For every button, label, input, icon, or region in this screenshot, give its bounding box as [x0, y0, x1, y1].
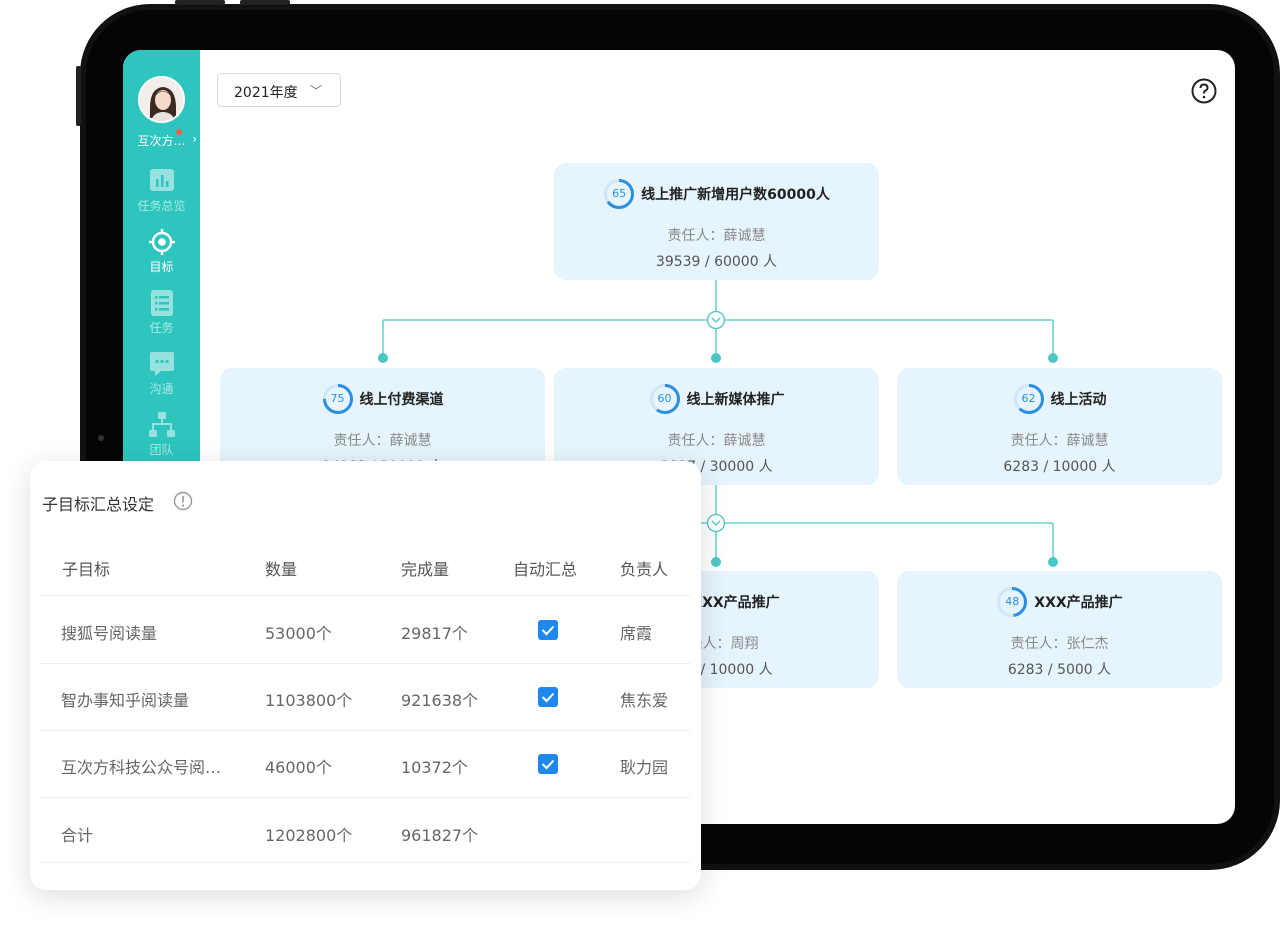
camera-dot	[98, 435, 104, 441]
progress-ring: 60	[649, 383, 681, 415]
auto-summary-checkbox[interactable]	[538, 687, 558, 707]
progress-ring: 62	[1013, 383, 1045, 415]
goal-title: 线上新媒体推广	[686, 392, 785, 408]
tablet-top-button	[240, 0, 290, 5]
progress-percent: 75	[330, 392, 345, 405]
column-header: 数量	[265, 560, 298, 579]
goal-card[interactable]: 48 XXX产品推广 责任人：张仁杰 6283 / 5000 人	[897, 571, 1222, 688]
progress-ring: 75	[322, 383, 354, 415]
table-row: 互次方科技公众号阅… 46000个 10372个 耿力园	[40, 730, 690, 797]
auto-summary-checkbox[interactable]	[538, 620, 558, 640]
subgoal-summary-panel: 子目标汇总设定 子目标 数量 完成量 自动汇总 负责人 搜狐号阅读量 53000…	[30, 461, 701, 890]
subgoal-name: 智办事知乎阅读量	[61, 691, 190, 710]
goal-owner: 责任人：薛诚慧	[667, 433, 766, 449]
goal-progress: 6283 / 5000 人	[1007, 662, 1112, 678]
progress-ring: 48	[996, 586, 1028, 618]
subgoal-owner: 焦东爱	[620, 691, 669, 710]
goal-owner: 责任人：薛诚慧	[333, 433, 432, 449]
total-completed: 961827个	[401, 826, 479, 845]
progress-percent: 60	[657, 392, 672, 405]
progress-percent: 65	[612, 187, 627, 200]
goal-title: XXX产品推广	[1034, 595, 1123, 611]
tablet-side-button	[76, 66, 81, 126]
goal-owner: 责任人：薛诚慧	[1010, 433, 1109, 449]
goal-title: XXX产品推广	[691, 595, 780, 611]
subgoal-name: 搜狐号阅读量	[61, 624, 158, 643]
column-header: 完成量	[401, 560, 450, 579]
goal-card[interactable]: 62 线上活动 责任人：薛诚慧 6283 / 10000 人	[897, 368, 1222, 485]
goal-card-root[interactable]: 65 线上推广新增用户数60000人 责任人：薛诚慧 39539 / 60000…	[554, 163, 879, 280]
progress-percent: 48	[1005, 595, 1020, 608]
table-total-row: 合计 1202800个 961827个	[40, 797, 690, 863]
auto-summary-checkbox[interactable]	[538, 754, 558, 774]
table-row: 搜狐号阅读量 53000个 29817个 席霞	[40, 595, 690, 663]
column-header: 自动汇总	[513, 560, 578, 579]
subgoal-completed: 29817个	[401, 624, 468, 643]
column-header: 子目标	[62, 560, 111, 579]
total-label: 合计	[61, 826, 94, 845]
subgoal-quantity: 1103800个	[265, 691, 353, 710]
goal-title: 线上活动	[1050, 392, 1107, 408]
goal-owner: 责任人：薛诚慧	[667, 228, 766, 244]
goal-progress: 39539 / 60000 人	[655, 254, 778, 270]
subgoal-completed: 10372个	[401, 758, 468, 777]
subgoal-owner: 席霞	[620, 624, 653, 643]
subgoal-name: 互次方科技公众号阅…	[61, 758, 222, 777]
subgoal-completed: 921638个	[401, 691, 479, 710]
goal-title: 线上推广新增用户数60000人	[641, 187, 830, 203]
info-icon[interactable]	[173, 491, 193, 511]
panel-title: 子目标汇总设定	[42, 495, 155, 514]
column-header: 负责人	[620, 560, 669, 579]
subgoal-owner: 耿力园	[620, 758, 669, 777]
collapse-toggle-icon	[706, 513, 726, 533]
goal-owner: 责任人：张仁杰	[1010, 636, 1109, 652]
subgoal-quantity: 53000个	[265, 624, 332, 643]
progress-ring: 65	[603, 178, 635, 210]
goal-progress: 6283 / 10000 人	[1003, 459, 1116, 475]
progress-percent: 62	[1021, 392, 1036, 405]
tablet-top-button	[175, 0, 225, 5]
collapse-toggle-icon	[706, 310, 726, 330]
goal-title: 线上付费渠道	[359, 392, 444, 408]
subgoal-quantity: 46000个	[265, 758, 332, 777]
table-row: 智办事知乎阅读量 1103800个 921638个 焦东爱	[40, 663, 690, 730]
total-quantity: 1202800个	[265, 826, 353, 845]
